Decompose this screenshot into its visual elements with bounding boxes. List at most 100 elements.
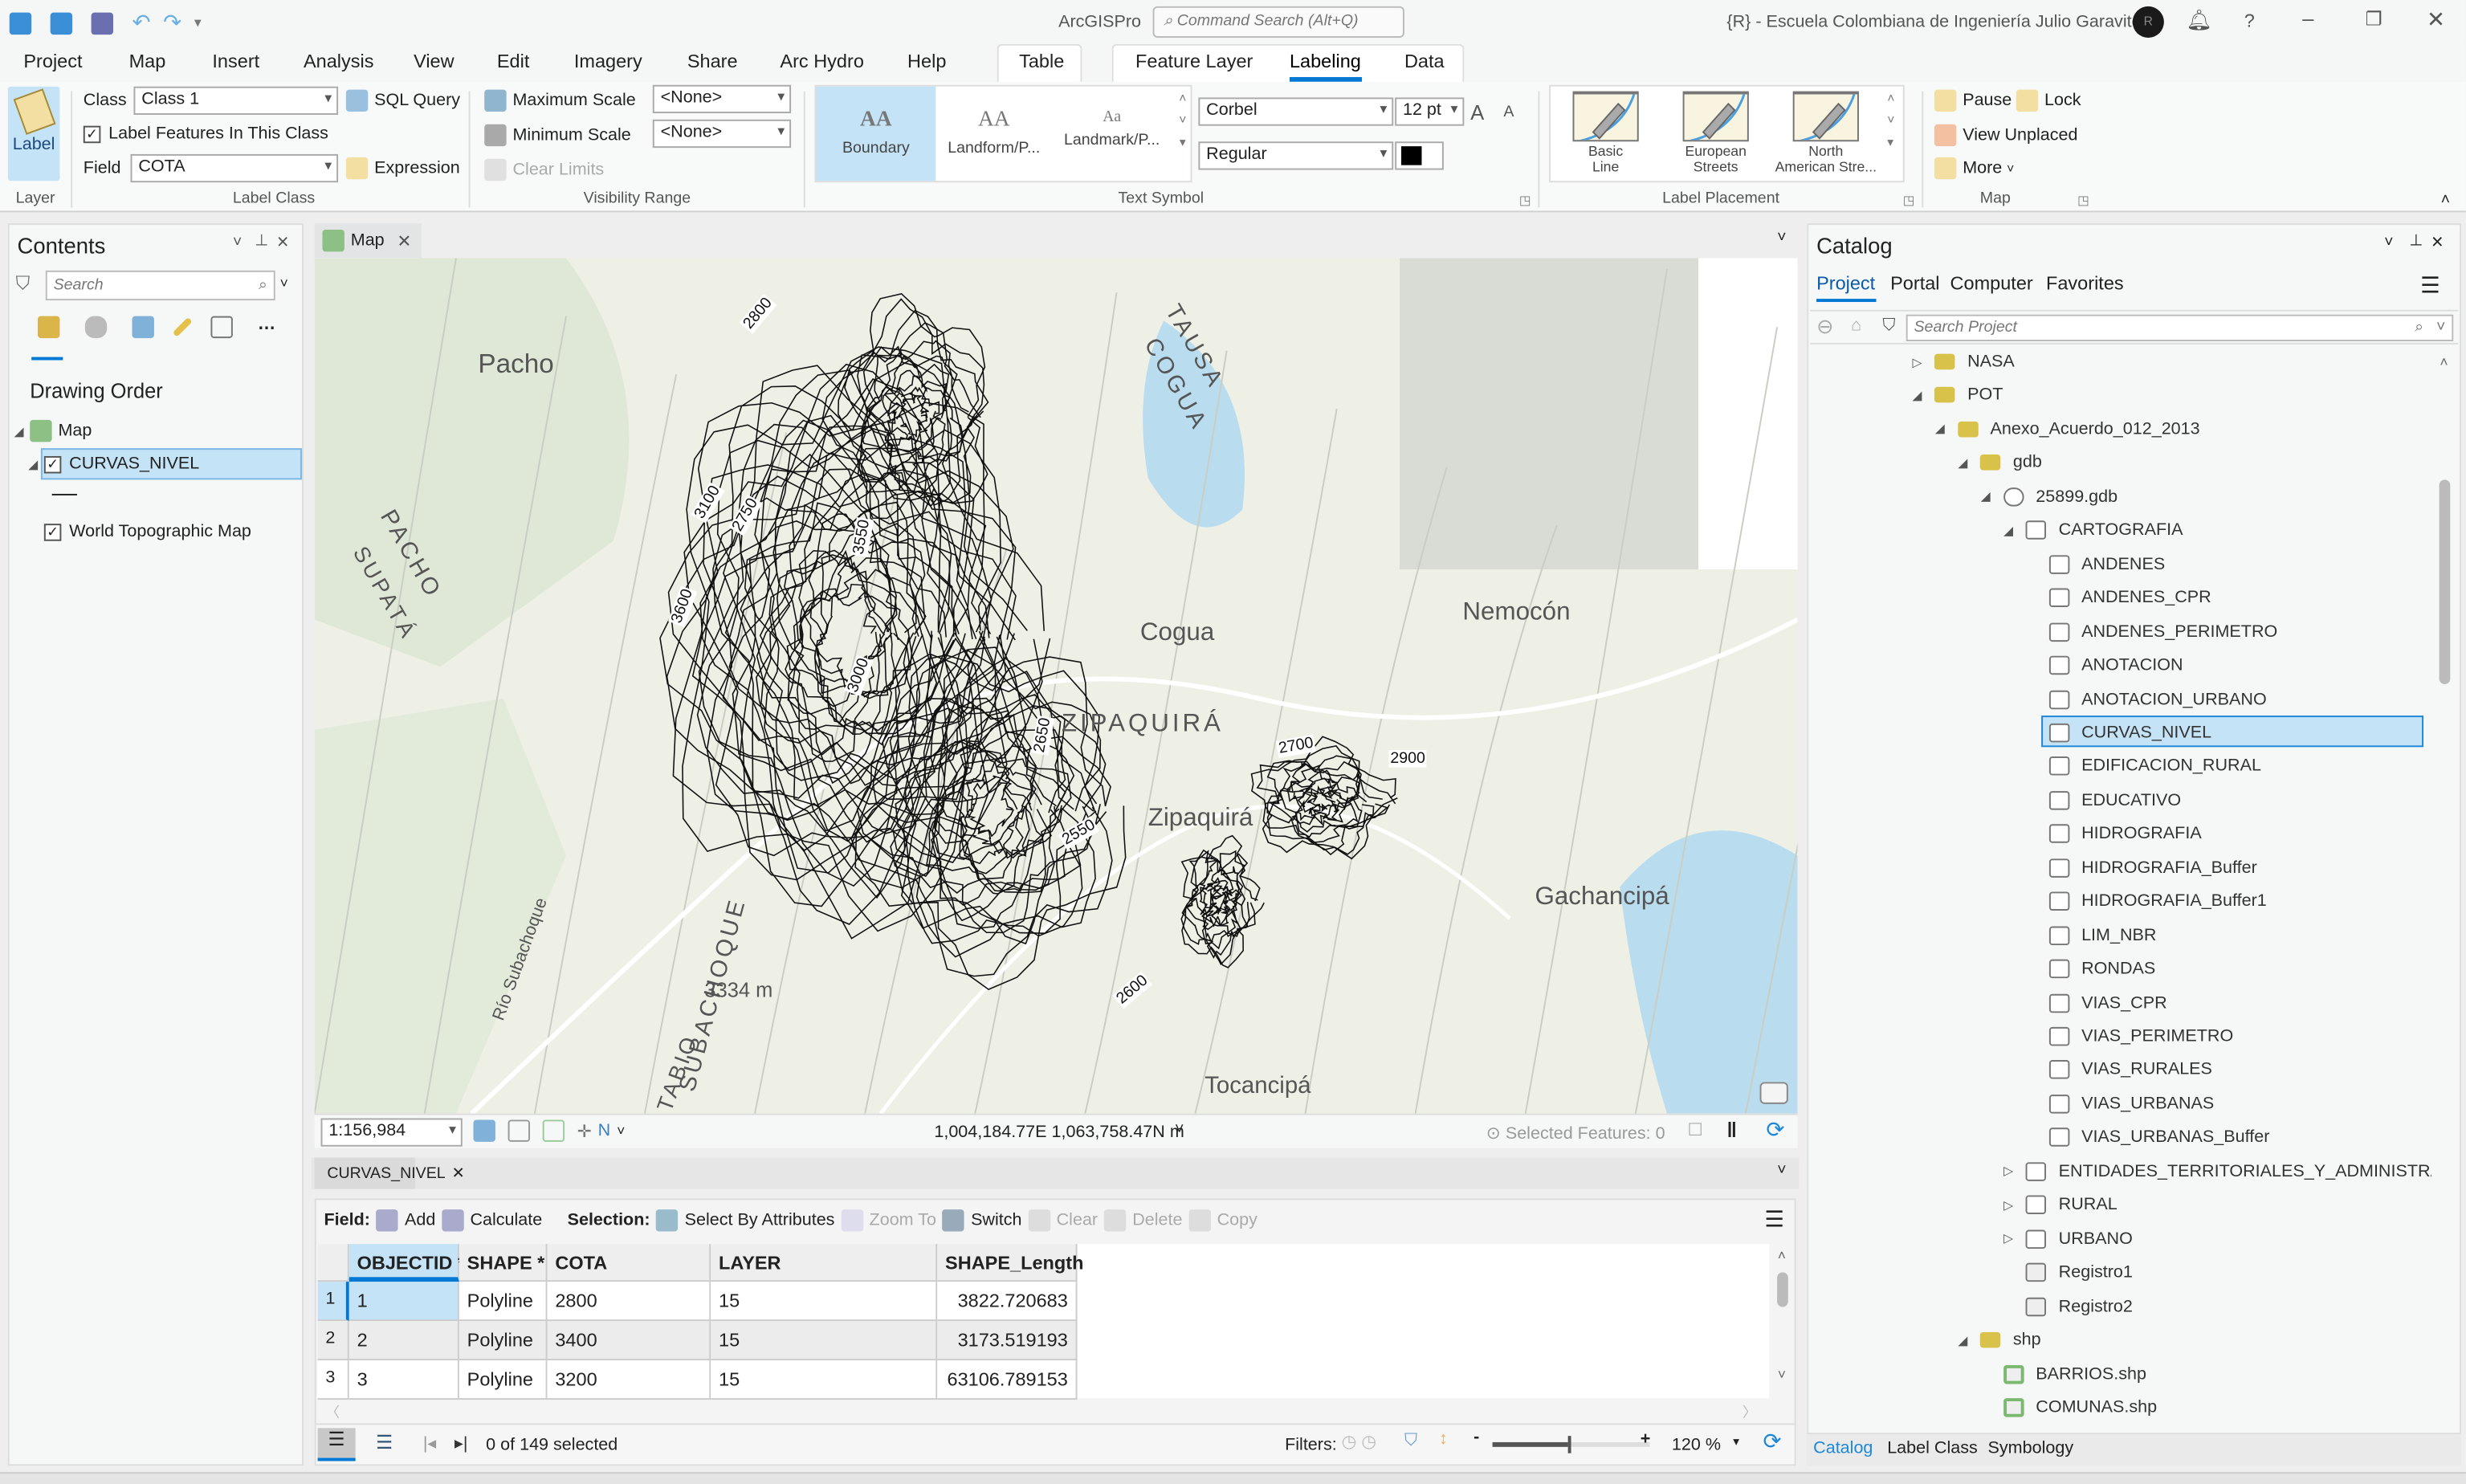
map-canvas[interactable]: Pacho TAUSA COGUA PACHO SUPATÁ Cogua Nemocón ZI… [314, 258, 1798, 1114]
help-icon[interactable]: ? [2244, 10, 2255, 31]
column-header-shape[interactable]: SHAPE * [459, 1244, 548, 1282]
catalog-scrollbar[interactable]: ˄ [2435, 354, 2454, 1436]
tab-view[interactable]: View [414, 51, 454, 72]
catalog-item[interactable]: VIAS_URBANAS_Buffer [2027, 1122, 2269, 1153]
catalog-item[interactable]: HIDROGRAFIA_Buffer [2027, 852, 2257, 883]
map-launcher-icon[interactable]: ◳ [2077, 194, 2089, 208]
list-by-snapping-icon[interactable] [210, 316, 233, 339]
close-tab-icon[interactable]: ✕ [452, 1164, 465, 1182]
customize-icon[interactable]: ▾ [194, 14, 202, 32]
clear-selection-button[interactable]: Clear [1028, 1209, 1098, 1232]
catalog-item[interactable]: VIAS_CPR [2027, 987, 2167, 1018]
redo-icon[interactable]: ↷ [163, 10, 181, 36]
grid-icon[interactable] [507, 1119, 531, 1142]
table-cell[interactable]: 15 [711, 1282, 938, 1322]
table-cell[interactable]: 15 [711, 1321, 938, 1361]
bottom-tab-label-class[interactable]: Label Class [1887, 1439, 1978, 1458]
placement-2[interactable]: North American Stre... [1771, 90, 1881, 174]
tab-menu-icon[interactable]: ˅ [1777, 1162, 1786, 1180]
table-cell[interactable]: 3173.519193 [937, 1321, 1078, 1361]
list-by-editing-icon[interactable] [172, 316, 193, 337]
scale-dropdown[interactable]: 1:156,984 [320, 1118, 463, 1147]
text-symbol-launcher-icon[interactable]: ◳ [1519, 194, 1531, 208]
expander-icon[interactable]: ▷ [2003, 1164, 2016, 1179]
table-cell[interactable]: 3200 [547, 1360, 711, 1400]
expander-icon[interactable]: ◢ [1958, 456, 1971, 471]
table-cell[interactable]: 1 [349, 1282, 459, 1322]
catalog-item[interactable]: LIM_NBR [2027, 919, 2156, 951]
calculate-field-button[interactable]: Calculate [442, 1209, 542, 1232]
zoom-to-button[interactable]: Zoom To [841, 1209, 936, 1232]
sql-query-button[interactable]: SQL Query [345, 89, 460, 112]
class-dropdown[interactable]: Class 1 [133, 86, 339, 115]
close-pane-icon[interactable]: × [277, 230, 289, 253]
table-cell[interactable]: 3822.720683 [937, 1282, 1078, 1322]
text-style-1[interactable]: AA Landform/P... [934, 87, 1054, 181]
catalog-item[interactable]: HIDROGRAFIA_Buffer1 [2027, 886, 2267, 917]
catalog-item[interactable]: VIAS_RURALES [2027, 1054, 2212, 1086]
pane-menu-icon[interactable]: ˅ [2384, 234, 2393, 252]
catalog-item[interactable]: ◢ POT [1913, 380, 2003, 411]
catalog-item[interactable]: ▷ RURAL [2003, 1189, 2117, 1221]
expander-icon[interactable]: ◢ [1981, 490, 1994, 504]
placement-launcher-icon[interactable]: ◳ [1903, 194, 1915, 208]
tab-arc-hydro[interactable]: Arc Hydro [780, 51, 863, 72]
tab-menu-icon[interactable]: ˅ [1777, 230, 1786, 247]
notifications-icon[interactable]: 🔔︎ [2186, 8, 2211, 33]
more-button[interactable]: More ˅ [1934, 157, 2014, 180]
text-style-0[interactable]: AA Boundary [816, 86, 936, 181]
catalog-item[interactable]: ▷ URBANO [2003, 1223, 2133, 1254]
zoom-in-icon[interactable]: + [1641, 1429, 1651, 1449]
column-header-objectid[interactable]: OBJECTID * [349, 1244, 465, 1282]
map-info-icon[interactable] [1759, 1082, 1788, 1104]
catalog-search-input[interactable]: Search Project ⌕ ˅ [1906, 314, 2454, 341]
catalog-item[interactable]: ANOTACION [2027, 650, 2183, 681]
font-color-picker[interactable] [1395, 141, 1444, 170]
expression-button[interactable]: Expression [345, 157, 460, 180]
refresh-icon[interactable]: ⟳ [1766, 1117, 1784, 1144]
catalog-item[interactable]: EDIFICACION_RURAL [2027, 751, 2261, 782]
column-header-layer[interactable]: LAYER [711, 1244, 938, 1282]
minimum-scale-button[interactable]: Minimum Scale [484, 124, 631, 147]
contents-item-map[interactable]: ◢ Map [14, 415, 92, 446]
catalog-item[interactable]: ▷ NASA [1913, 346, 2015, 377]
filter-icon[interactable]: ⛉ [1882, 316, 1895, 336]
catalog-tab-portal[interactable]: Portal [1890, 272, 1939, 294]
table-cell[interactable]: Polyline [459, 1360, 548, 1400]
lock-button[interactable]: Lock [2016, 89, 2081, 112]
more-options-icon[interactable]: ⋯ [258, 317, 275, 338]
nav-options-icon[interactable]: ˅ [617, 1123, 625, 1139]
catalog-item[interactable]: ANDENES_CPR [2027, 582, 2211, 614]
extent-filter-icon[interactable]: ⛉ [1404, 1431, 1417, 1451]
catalog-item[interactable]: CURVAS_NIVEL [2027, 717, 2211, 748]
tab-feature-layer[interactable]: Feature Layer [1135, 51, 1253, 72]
catalog-item[interactable]: ◢ CARTOGRAFIA [2003, 515, 2183, 546]
close-pane-icon[interactable]: × [2431, 230, 2444, 253]
time-filter-icon[interactable]: ◷ ◷ [1342, 1431, 1377, 1452]
contents-item-basemap[interactable]: ✓ World Topographic Map [43, 516, 251, 547]
search-options-icon[interactable]: ˅ [280, 275, 288, 292]
catalog-tab-favorites[interactable]: Favorites [2046, 272, 2124, 294]
tab-project[interactable]: Project [23, 51, 82, 72]
bottom-tab-symbology[interactable]: Symbology [1988, 1439, 2074, 1458]
catalog-item[interactable]: BARRIOS.shp [1981, 1358, 2146, 1389]
expander-icon[interactable]: ◢ [1935, 422, 1948, 437]
clear-limits-button[interactable]: Clear Limits [484, 158, 604, 181]
table-cell[interactable]: 3 [349, 1360, 459, 1400]
tab-labeling[interactable]: Labeling [1290, 51, 1361, 72]
table-menu-icon[interactable]: ☰ [1764, 1206, 1784, 1233]
catalog-tab-project[interactable]: Project [1816, 272, 1875, 294]
selected-features-count[interactable]: ⊙ Selected Features: 0 [1486, 1123, 1665, 1144]
delete-button[interactable]: Delete [1103, 1209, 1182, 1232]
minimize-icon[interactable]: – [2302, 6, 2313, 30]
tab-edit[interactable]: Edit [497, 51, 530, 72]
filter-icon[interactable]: ⛉ [16, 272, 31, 296]
tab-map[interactable]: Map ✕ [314, 223, 422, 259]
undo-icon[interactable]: ↶ [132, 10, 151, 36]
pause-button[interactable]: Pause [1934, 89, 2012, 112]
copy-button[interactable]: Copy [1188, 1209, 1257, 1232]
zoom-slider-thumb[interactable] [1567, 1436, 1571, 1453]
tab-data[interactable]: Data [1404, 51, 1445, 72]
catalog-menu-icon[interactable]: ☰ [2420, 272, 2440, 299]
expander-icon[interactable]: ▷ [2003, 1232, 2016, 1246]
